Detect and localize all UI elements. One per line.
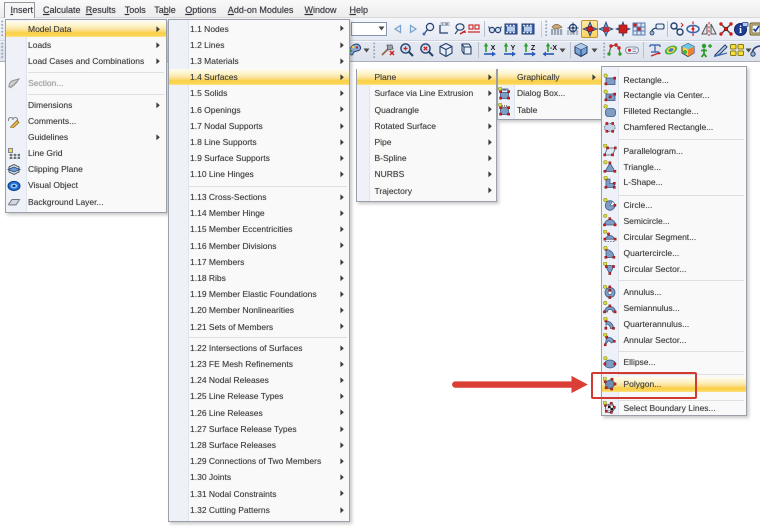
- svg-text:X: X: [491, 45, 496, 52]
- svg-text:Y: Y: [511, 45, 516, 52]
- svg-text:i: i: [739, 25, 742, 36]
- svg-text:-X: -X: [550, 45, 557, 52]
- svg-text:Z: Z: [531, 45, 536, 52]
